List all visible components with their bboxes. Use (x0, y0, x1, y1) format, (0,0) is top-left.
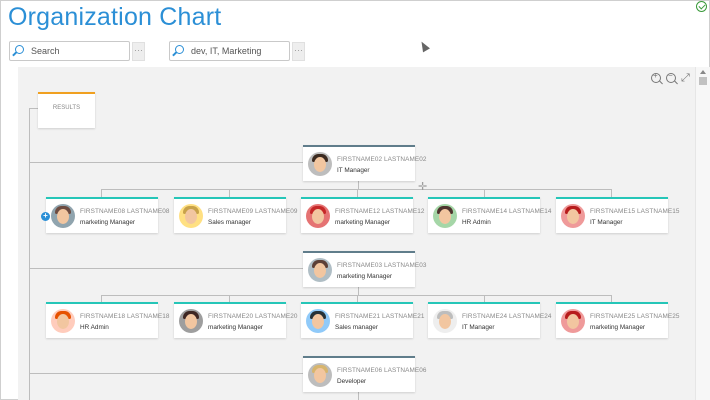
org-card[interactable]: FIRSTNAME18 LASTNAME18 HR Admin (46, 302, 169, 338)
person-name: FIRSTNAME20 LASTNAME20 (208, 313, 298, 320)
avatar (308, 363, 332, 387)
org-card[interactable]: FIRSTNAME24 LASTNAME24 IT Manager (428, 302, 551, 338)
avatar (561, 204, 585, 228)
org-card-it-manager-02[interactable]: FIRSTNAME02 LASTNAME02 IT Manager (303, 145, 426, 181)
person-name: FIRSTNAME14 LASTNAME14 (462, 208, 552, 215)
search-input-text: Search (31, 46, 60, 56)
person-role: marketing Manager (337, 273, 393, 280)
person-role: HR Admin (462, 219, 491, 226)
org-card[interactable]: FIRSTNAME21 LASTNAME21 Sales manager (301, 302, 424, 338)
search-icon (175, 45, 184, 54)
connector-line (101, 295, 611, 296)
org-card[interactable]: FIRSTNAME15 LASTNAME15 IT Manager (556, 197, 679, 233)
person-name: FIRSTNAME24 LASTNAME24 (462, 313, 552, 320)
org-card[interactable]: FIRSTNAME12 LASTNAME12 marketing Manager (301, 197, 424, 233)
connector-line (358, 181, 359, 189)
connector-line (29, 108, 38, 109)
move-icon[interactable]: ✛ (418, 180, 427, 193)
connector-line (101, 189, 102, 197)
org-card[interactable]: FIRSTNAME20 LASTNAME20 marketing Manager (174, 302, 297, 338)
person-role: Sales manager (335, 324, 378, 331)
avatar (308, 258, 332, 282)
search-input[interactable]: Search (9, 41, 130, 61)
avatar (561, 309, 585, 333)
connector-line (611, 189, 612, 197)
search-options-button[interactable]: ··· (132, 42, 145, 61)
connector-line (229, 189, 230, 197)
connector-line (357, 295, 358, 302)
avatar (433, 309, 457, 333)
person-role: marketing Manager (80, 219, 136, 226)
person-name: FIRSTNAME25 LASTNAME25 (590, 313, 680, 320)
person-name: FIRSTNAME21 LASTNAME21 (335, 313, 425, 320)
avatar (179, 204, 203, 228)
org-card[interactable]: FIRSTNAME08 LASTNAME08 marketing Manager (46, 197, 169, 233)
person-name: FIRSTNAME03 LASTNAME03 (337, 262, 427, 269)
avatar (51, 204, 75, 228)
org-card[interactable]: FIRSTNAME14 LASTNAME14 HR Admin (428, 197, 551, 233)
connector-line (29, 108, 30, 400)
avatar (306, 204, 330, 228)
avatar (179, 309, 203, 333)
connector-line (101, 295, 102, 302)
connector-line (29, 162, 303, 163)
results-node[interactable]: RESULTS (38, 92, 95, 128)
filter-input[interactable]: dev, IT, Marketing (169, 41, 290, 61)
scrollbar-thumb[interactable] (699, 77, 707, 85)
person-role: Developer (337, 378, 367, 385)
connector-line (484, 189, 485, 197)
filter-options-button[interactable]: ··· (292, 42, 305, 61)
org-card[interactable]: FIRSTNAME25 LASTNAME25 marketing Manager (556, 302, 679, 338)
connector-line (29, 268, 303, 269)
person-name: FIRSTNAME02 LASTNAME02 (337, 156, 427, 163)
connector-line (358, 287, 359, 295)
avatar (51, 309, 75, 333)
person-name: FIRSTNAME08 LASTNAME08 (80, 208, 170, 215)
person-name: FIRSTNAME06 LASTNAME06 (337, 367, 427, 374)
expand-plus-icon[interactable]: + (41, 212, 50, 221)
connector-line (229, 295, 230, 302)
zoom-in-icon[interactable] (651, 71, 661, 83)
connector-line (357, 189, 358, 197)
connector-line (358, 392, 359, 400)
avatar (433, 204, 457, 228)
vertical-scrollbar[interactable] (695, 67, 710, 400)
avatar (308, 152, 332, 176)
person-role: IT Manager (337, 167, 370, 174)
search-icon (15, 45, 24, 54)
zoom-out-icon[interactable] (666, 71, 676, 83)
scroll-up-icon[interactable] (700, 70, 706, 74)
connector-line (101, 189, 611, 190)
person-role: IT Manager (462, 324, 495, 331)
connector-line (484, 295, 485, 302)
person-name: FIRSTNAME18 LASTNAME18 (80, 313, 170, 320)
connector-line (29, 373, 303, 374)
person-role: Sales manager (208, 219, 251, 226)
person-role: HR Admin (80, 324, 109, 331)
org-card[interactable]: FIRSTNAME09 LASTNAME09 Sales manager (174, 197, 297, 233)
person-role: marketing Manager (590, 324, 646, 331)
avatar (306, 309, 330, 333)
person-name: FIRSTNAME15 LASTNAME15 (590, 208, 680, 215)
person-role: IT Manager (590, 219, 623, 226)
connector-line (611, 295, 612, 302)
person-name: FIRSTNAME09 LASTNAME09 (208, 208, 298, 215)
chart-canvas[interactable] (18, 67, 695, 400)
filter-input-text: dev, IT, Marketing (191, 46, 262, 56)
person-role: marketing Manager (208, 324, 264, 331)
person-name: FIRSTNAME12 LASTNAME12 (335, 208, 425, 215)
page-title: Organization Chart (8, 3, 222, 31)
person-role: marketing Manager (335, 219, 391, 226)
fullscreen-icon[interactable]: ⤢ (681, 73, 691, 84)
org-card-marketing-manager-03[interactable]: FIRSTNAME03 LASTNAME03 marketing Manager (303, 251, 426, 287)
org-card-developer-06[interactable]: FIRSTNAME06 LASTNAME06 Developer (303, 356, 426, 392)
check-icon[interactable] (696, 1, 707, 12)
